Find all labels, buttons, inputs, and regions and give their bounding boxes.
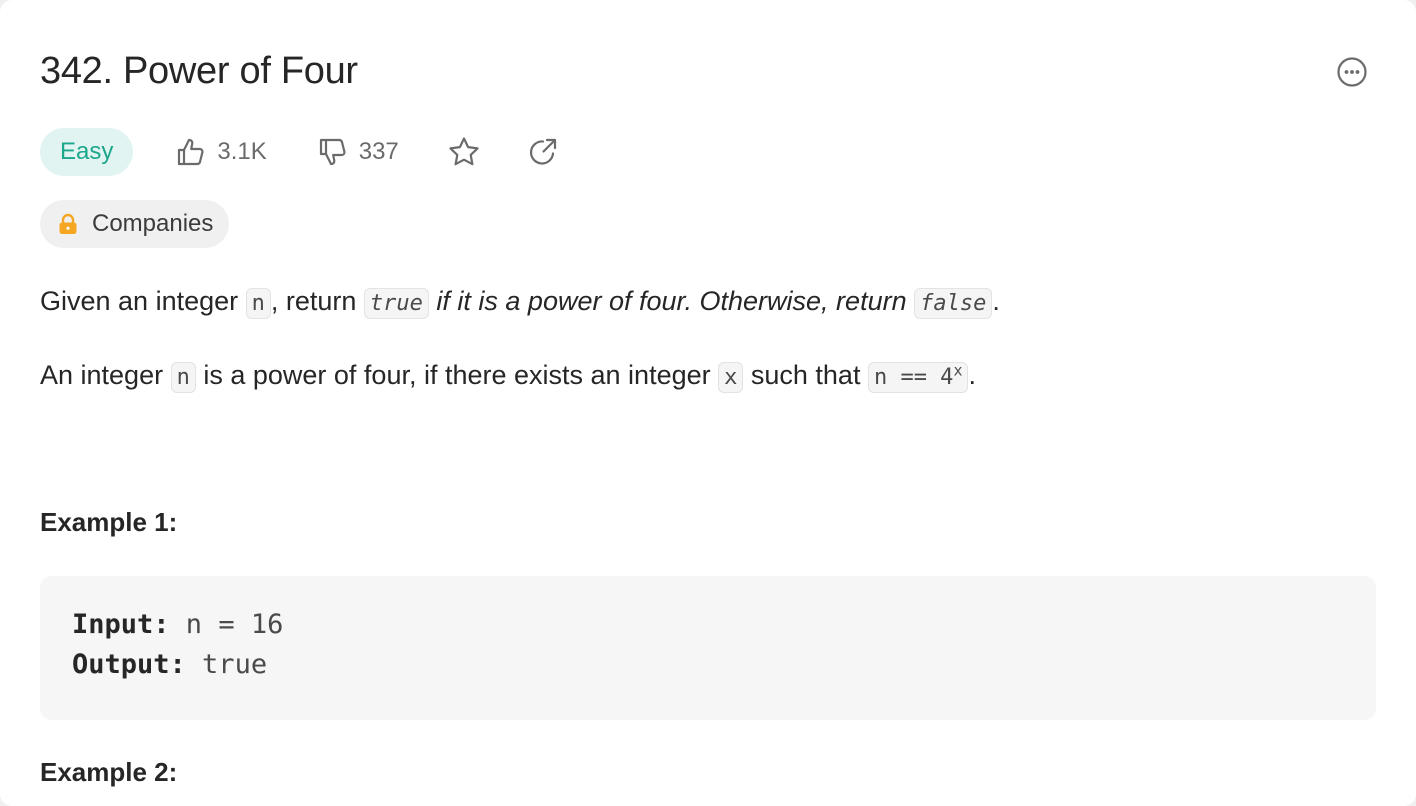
- inline-code: false: [914, 288, 993, 319]
- more-icon: [1337, 57, 1367, 87]
- difficulty-badge: Easy: [40, 128, 134, 176]
- thumbs-down-icon: [319, 138, 346, 166]
- example-2-title: Example 2:: [40, 757, 178, 787]
- description-paragraph-1: Given an integer n, return true if it is…: [40, 282, 1000, 323]
- problem-title: 342. Power of Four: [40, 50, 358, 92]
- favorite-button[interactable]: [447, 135, 481, 169]
- example-1-block: Input: n = 16 Output: true: [40, 576, 1376, 720]
- example-1-output: Output: true: [72, 649, 267, 680]
- inline-code-formula: n == 4x: [867, 361, 969, 393]
- star-icon: [449, 137, 479, 166]
- description-text: An integer: [40, 360, 171, 390]
- problem-meta-row: Easy 3.1K 337: [40, 128, 559, 176]
- description-text: is a power of four, if there exists an i…: [195, 360, 719, 390]
- dislike-count: 337: [358, 138, 399, 165]
- inline-code: true: [363, 288, 429, 319]
- inline-code: n: [245, 288, 271, 319]
- formula-base: n == 4: [873, 365, 954, 390]
- example-1-title: Example 1:: [40, 507, 178, 537]
- share-button[interactable]: [527, 136, 559, 168]
- description-text: such that: [743, 360, 868, 390]
- description-paragraph-2: An integer n is a power of four, if ther…: [40, 356, 976, 397]
- output-label: Output:: [72, 649, 186, 680]
- input-label: Input:: [72, 609, 170, 640]
- like-button[interactable]: 3.1K: [175, 136, 267, 168]
- formula-exponent: x: [953, 361, 963, 380]
- companies-label: Companies: [92, 210, 214, 237]
- share-icon: [529, 138, 556, 165]
- like-count: 3.1K: [217, 138, 267, 165]
- dislike-button[interactable]: 337: [317, 136, 399, 168]
- thumbs-up-icon: [178, 138, 204, 166]
- example-1-input: Input: n = 16: [72, 609, 283, 640]
- inline-code: n: [170, 362, 196, 393]
- lock-icon: [59, 213, 77, 234]
- description-text: .: [968, 360, 976, 390]
- more-options-button[interactable]: [1336, 56, 1368, 88]
- problem-description-panel: 342. Power of Four Easy 3.1K 337 Compani…: [0, 0, 1416, 806]
- inline-code: x: [718, 362, 744, 393]
- companies-tag[interactable]: Companies: [40, 200, 230, 248]
- description-text: Given an integer: [40, 286, 246, 316]
- input-value: n = 16: [169, 609, 284, 640]
- description-text-italic: if it is a power of four. Otherwise, ret…: [428, 286, 915, 316]
- output-value: true: [185, 649, 268, 680]
- description-text: , return: [270, 286, 364, 316]
- description-text: .: [992, 286, 1000, 316]
